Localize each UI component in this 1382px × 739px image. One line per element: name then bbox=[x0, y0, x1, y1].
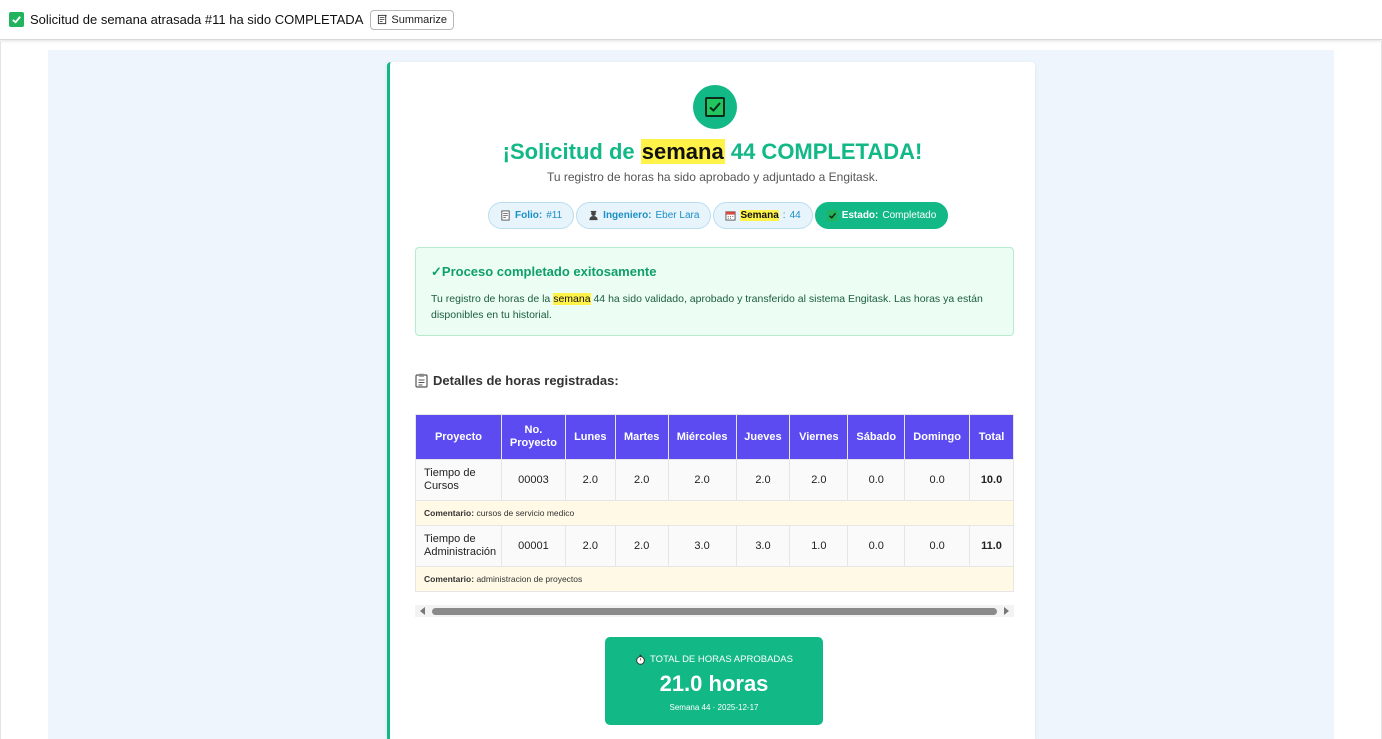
status-value: Completado bbox=[882, 210, 937, 221]
title-highlight: semana bbox=[640, 139, 725, 164]
week-pill: Semana: 44 bbox=[713, 202, 813, 229]
col-header: Proyecto bbox=[415, 414, 502, 460]
day-hours: 2.0 bbox=[735, 459, 791, 501]
col-header: Lunes bbox=[564, 414, 616, 460]
day-hours: 0.0 bbox=[847, 459, 906, 501]
email-subject: Solicitud de semana atrasada #11 ha sido… bbox=[30, 12, 364, 27]
engineer-value: Eber Lara bbox=[655, 210, 700, 221]
folio-pill: Folio: #11 bbox=[488, 202, 575, 229]
day-hours: 0.0 bbox=[847, 525, 906, 567]
calendar-icon bbox=[725, 211, 736, 221]
col-header: Miércoles bbox=[667, 414, 737, 460]
comment-text: administracion de proyectos bbox=[476, 574, 583, 584]
day-hours: 2.0 bbox=[614, 525, 669, 567]
engineer-pill: Ingeniero: Eber Lara bbox=[576, 202, 712, 229]
notification-card: ¡Solicitud de semana 44 COMPLETADA! Tu r… bbox=[387, 62, 1035, 739]
day-hours: 3.0 bbox=[667, 525, 737, 567]
week-value: 44 bbox=[789, 210, 801, 221]
table-row: Tiempo de Administración 00001 2.0 2.0 3… bbox=[415, 525, 1014, 567]
engineer-icon bbox=[589, 210, 598, 221]
hours-table: Proyecto No. Proyecto Lunes Martes Miérc… bbox=[415, 414, 1014, 592]
success-panel: ✓Proceso completado exitosamente Tu regi… bbox=[415, 247, 1014, 336]
day-hours: 2.0 bbox=[789, 459, 849, 501]
day-hours: 2.0 bbox=[564, 525, 616, 567]
comment-label: Comentario: bbox=[424, 574, 475, 584]
total-value: 21.0 horas bbox=[659, 671, 769, 696]
success-text-prefix: Tu registro de horas de la bbox=[431, 293, 551, 305]
day-hours: 3.0 bbox=[735, 525, 791, 567]
project-number: 00001 bbox=[500, 525, 566, 567]
horizontal-scrollbar[interactable] bbox=[415, 605, 1014, 617]
status-badge: Estado: Completado bbox=[814, 202, 949, 229]
scroll-right-arrow-icon[interactable] bbox=[1004, 607, 1009, 615]
comment-label: Comentario: bbox=[424, 508, 475, 518]
stopwatch-icon bbox=[636, 654, 645, 665]
total-hours-box: TOTAL DE HORAS APROBADAS 21.0 horas Sema… bbox=[605, 637, 823, 725]
total-label-row: TOTAL DE HORAS APROBADAS bbox=[605, 654, 823, 665]
comment-row: Comentario: administracion de proyectos bbox=[415, 566, 1014, 592]
project-name: Tiempo de Cursos bbox=[415, 459, 502, 501]
row-total: 10.0 bbox=[969, 459, 1014, 501]
col-header: Jueves bbox=[735, 414, 791, 460]
status-check-icon bbox=[826, 210, 838, 221]
day-hours: 0.0 bbox=[904, 459, 971, 501]
col-header: Domingo bbox=[904, 414, 971, 460]
engineer-label: Ingeniero: bbox=[603, 210, 652, 221]
day-hours: 2.0 bbox=[667, 459, 737, 501]
comment-row: Comentario: cursos de servicio medico bbox=[415, 500, 1014, 526]
folio-value: #11 bbox=[546, 210, 563, 221]
comment-text: cursos de servicio medico bbox=[476, 508, 575, 518]
status-label: Estado: bbox=[841, 210, 879, 221]
day-hours: 2.0 bbox=[564, 459, 616, 501]
col-header: Viernes bbox=[789, 414, 849, 460]
section-title: Detalles de horas registradas: bbox=[415, 373, 619, 388]
col-header: Martes bbox=[614, 414, 669, 460]
day-hours: 2.0 bbox=[614, 459, 669, 501]
total-label: TOTAL DE HORAS APROBADAS bbox=[650, 654, 793, 665]
comment-cell: Comentario: cursos de servicio medico bbox=[415, 500, 1014, 526]
comment-cell: Comentario: administracion de proyectos bbox=[415, 566, 1014, 592]
scroll-left-arrow-icon[interactable] bbox=[420, 607, 425, 615]
success-text: Tu registro de horas de la semana 44 ha … bbox=[431, 291, 998, 323]
hours-table-wrap[interactable]: Proyecto No. Proyecto Lunes Martes Miérc… bbox=[415, 414, 1014, 592]
day-hours: 1.0 bbox=[789, 525, 849, 567]
info-pills: Folio: #11 Ingeniero: Eber Lara Semana: … bbox=[488, 202, 949, 229]
email-header: Solicitud de semana atrasada #11 ha sido… bbox=[0, 0, 1382, 40]
page-subtitle: Tu registro de horas ha sido aprobado y … bbox=[546, 170, 879, 184]
completed-check-icon bbox=[693, 85, 737, 129]
project-name: Tiempo de Administración bbox=[415, 525, 502, 567]
check-mark-icon bbox=[9, 12, 24, 27]
table-row: Tiempo de Cursos 00003 2.0 2.0 2.0 2.0 2… bbox=[415, 459, 1014, 501]
title-suffix: 44 COMPLETADA! bbox=[730, 139, 923, 164]
summarize-label: Summarize bbox=[391, 13, 447, 26]
total-meta: Semana 44 · 2025-12-17 bbox=[669, 703, 759, 712]
folio-label: Folio: bbox=[515, 210, 543, 221]
summarize-button[interactable]: Summarize bbox=[370, 9, 454, 30]
document-icon bbox=[501, 210, 510, 221]
day-hours: 0.0 bbox=[904, 525, 971, 567]
project-number: 00003 bbox=[500, 459, 566, 501]
col-header: Sábado bbox=[847, 414, 906, 460]
success-title: ✓Proceso completado exitosamente bbox=[431, 264, 657, 279]
success-text-highlight: semana bbox=[553, 293, 591, 305]
col-header: No. Proyecto bbox=[500, 414, 566, 460]
week-label: Semana bbox=[740, 210, 779, 221]
scrollbar-thumb[interactable] bbox=[432, 608, 997, 615]
col-header: Total bbox=[969, 414, 1014, 460]
title-prefix: ¡Solicitud de bbox=[502, 139, 635, 164]
clipboard-icon bbox=[415, 373, 428, 388]
page-title: ¡Solicitud de semana 44 COMPLETADA! bbox=[390, 139, 1035, 165]
summarize-icon bbox=[378, 14, 388, 25]
row-total: 11.0 bbox=[969, 525, 1014, 567]
section-title-text: Detalles de horas registradas: bbox=[433, 373, 619, 388]
